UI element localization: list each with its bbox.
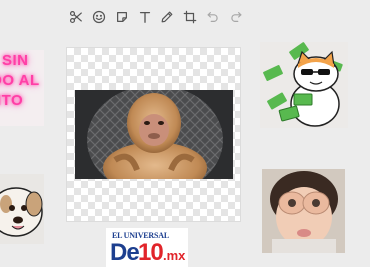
- neon-text-sticker[interactable]: SIN DO AL ITO: [0, 50, 44, 126]
- text-icon: [139, 11, 150, 23]
- undo-icon: [207, 12, 218, 22]
- logo-de-text: De: [110, 239, 140, 266]
- cat-money-image: [263, 42, 343, 127]
- redo-icon: [231, 12, 242, 22]
- cut-tool-button[interactable]: [68, 9, 84, 25]
- monkey-image: [75, 90, 233, 179]
- logo-10-text: 10: [138, 239, 164, 266]
- pencil-icon: [161, 11, 173, 23]
- emoji-tool-button[interactable]: [91, 9, 107, 25]
- editor-toolbar: [68, 8, 244, 26]
- crop-icon: [183, 10, 197, 24]
- smiley-icon: [92, 10, 105, 24]
- logo-domain-text: .mx: [163, 248, 186, 263]
- sticker-tool-button[interactable]: [114, 9, 130, 25]
- text-tool-button[interactable]: [137, 9, 153, 25]
- undo-button[interactable]: [205, 9, 221, 25]
- scissors-icon: [69, 10, 82, 24]
- sticker-icon: [116, 12, 127, 22]
- crop-tool-button[interactable]: [182, 9, 198, 25]
- cat-money-sticker[interactable]: [260, 42, 348, 128]
- redo-button[interactable]: [228, 9, 244, 25]
- de10-logo-sticker[interactable]: EL UNIVERSAL De 10 .mx: [106, 228, 188, 267]
- neon-text-line-2: DO AL: [0, 72, 40, 89]
- dog-sticker[interactable]: [0, 174, 44, 244]
- draw-tool-button[interactable]: [159, 9, 175, 25]
- child-image: [262, 169, 345, 253]
- editing-canvas[interactable]: [67, 48, 240, 221]
- child-covering-eyes-sticker[interactable]: [262, 169, 345, 253]
- neon-text-line-3: ITO: [0, 92, 24, 109]
- monkey-photo[interactable]: [75, 90, 233, 179]
- neon-text-line-1: SIN: [2, 52, 29, 69]
- dog-image: [0, 187, 43, 237]
